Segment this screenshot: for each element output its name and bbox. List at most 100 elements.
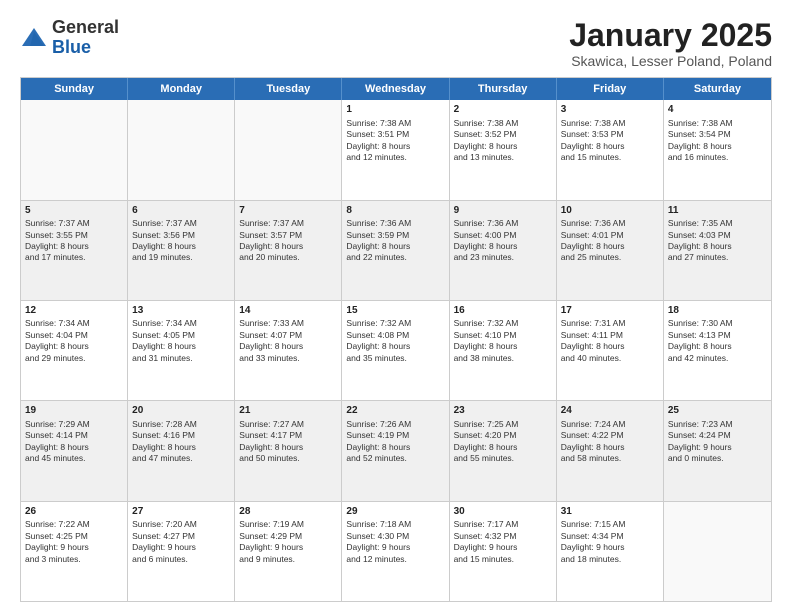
day-number: 27: [132, 505, 230, 519]
cal-cell: 21Sunrise: 7:27 AMSunset: 4:17 PMDayligh…: [235, 401, 342, 500]
cal-header-saturday: Saturday: [664, 78, 771, 100]
cal-cell: 30Sunrise: 7:17 AMSunset: 4:32 PMDayligh…: [450, 502, 557, 601]
cal-cell: 28Sunrise: 7:19 AMSunset: 4:29 PMDayligh…: [235, 502, 342, 601]
day-info-line: Sunset: 4:04 PM: [25, 330, 88, 340]
day-info-line: Sunset: 4:30 PM: [346, 531, 409, 541]
day-info-line: Daylight: 8 hours: [346, 341, 410, 351]
day-info-line: and 6 minutes.: [132, 554, 188, 564]
day-info-line: Daylight: 8 hours: [668, 341, 732, 351]
cal-cell: [128, 100, 235, 199]
day-number: 17: [561, 304, 659, 318]
day-number: 9: [454, 204, 552, 218]
cal-cell: 15Sunrise: 7:32 AMSunset: 4:08 PMDayligh…: [342, 301, 449, 400]
page: General Blue January 2025 Skawica, Lesse…: [0, 0, 792, 612]
day-info-line: Daylight: 8 hours: [454, 141, 518, 151]
cal-cell: [21, 100, 128, 199]
day-info-line: and 55 minutes.: [454, 453, 514, 463]
calendar-header-row: SundayMondayTuesdayWednesdayThursdayFrid…: [21, 78, 771, 100]
day-info-line: Sunrise: 7:31 AM: [561, 318, 626, 328]
day-info-line: Daylight: 9 hours: [346, 542, 410, 552]
day-info-line: Sunset: 3:53 PM: [561, 129, 624, 139]
day-info-line: and 18 minutes.: [561, 554, 621, 564]
day-info-line: Daylight: 8 hours: [561, 141, 625, 151]
cal-cell: 26Sunrise: 7:22 AMSunset: 4:25 PMDayligh…: [21, 502, 128, 601]
day-info-line: Sunset: 4:14 PM: [25, 430, 88, 440]
day-number: 26: [25, 505, 123, 519]
day-number: 20: [132, 404, 230, 418]
day-info-line: Sunrise: 7:22 AM: [25, 519, 90, 529]
logo-text: General Blue: [52, 18, 119, 58]
day-info-line: Sunrise: 7:32 AM: [346, 318, 411, 328]
day-info-line: Sunset: 4:01 PM: [561, 230, 624, 240]
day-info-line: and 15 minutes.: [454, 554, 514, 564]
cal-header-tuesday: Tuesday: [235, 78, 342, 100]
day-info-line: Daylight: 9 hours: [132, 542, 196, 552]
day-info-line: Sunrise: 7:30 AM: [668, 318, 733, 328]
logo-icon: [20, 24, 48, 52]
day-info-line: Sunset: 3:52 PM: [454, 129, 517, 139]
day-info-line: Daylight: 9 hours: [454, 542, 518, 552]
day-number: 18: [668, 304, 767, 318]
day-info-line: Sunset: 4:07 PM: [239, 330, 302, 340]
day-info-line: Daylight: 8 hours: [25, 341, 89, 351]
day-info-line: Daylight: 8 hours: [239, 341, 303, 351]
day-number: 1: [346, 103, 444, 117]
cal-cell: 5Sunrise: 7:37 AMSunset: 3:55 PMDaylight…: [21, 201, 128, 300]
day-info-line: Sunrise: 7:38 AM: [454, 118, 519, 128]
day-info-line: Daylight: 8 hours: [132, 341, 196, 351]
cal-week-4: 26Sunrise: 7:22 AM Sunset: 4:25 PM Dayligh…: [21, 501, 771, 601]
day-info-line: Sunrise: 7:18 AM: [346, 519, 411, 529]
day-info-line: and 25 minutes.: [561, 252, 621, 262]
day-info-line: Sunset: 4:00 PM: [454, 230, 517, 240]
day-number: 24: [561, 404, 659, 418]
day-info-line: and 40 minutes.: [561, 353, 621, 363]
day-info-line: Sunset: 3:55 PM: [25, 230, 88, 240]
calendar-title: January 2025: [569, 18, 772, 53]
day-info-line: Sunset: 4:13 PM: [668, 330, 731, 340]
cal-header-wednesday: Wednesday: [342, 78, 449, 100]
day-info-line: and 42 minutes.: [668, 353, 728, 363]
day-number: 5: [25, 204, 123, 218]
day-info-line: Daylight: 9 hours: [561, 542, 625, 552]
day-info-line: and 15 minutes.: [561, 152, 621, 162]
header: General Blue January 2025 Skawica, Lesse…: [20, 18, 772, 69]
day-info-line: Sunset: 4:25 PM: [25, 531, 88, 541]
day-info-line: and 47 minutes.: [132, 453, 192, 463]
day-info-line: and 58 minutes.: [561, 453, 621, 463]
day-info-line: and 3 minutes.: [25, 554, 81, 564]
day-number: 13: [132, 304, 230, 318]
day-info-line: Sunrise: 7:36 AM: [346, 218, 411, 228]
cal-cell: 10Sunrise: 7:36 AMSunset: 4:01 PMDayligh…: [557, 201, 664, 300]
day-info-line: Sunrise: 7:25 AM: [454, 419, 519, 429]
day-info-line: Sunrise: 7:27 AM: [239, 419, 304, 429]
day-info-line: and 45 minutes.: [25, 453, 85, 463]
day-number: 3: [561, 103, 659, 117]
day-info-line: Daylight: 8 hours: [668, 141, 732, 151]
day-info-line: Daylight: 8 hours: [346, 241, 410, 251]
cal-week-1: 5 Sunrise: 7:37 AM Sunset: 3:55 PM Daylight…: [21, 200, 771, 300]
day-info-line: Sunset: 4:16 PM: [132, 430, 195, 440]
day-info-line: and 0 minutes.: [668, 453, 724, 463]
day-info-line: Sunset: 4:32 PM: [454, 531, 517, 541]
logo-blue-text: Blue: [52, 37, 91, 57]
cal-cell: 1Sunrise: 7:38 AMSunset: 3:51 PMDaylight…: [342, 100, 449, 199]
day-info-line: Sunrise: 7:37 AM: [132, 218, 197, 228]
day-info-line: Daylight: 8 hours: [346, 141, 410, 151]
day-info-line: Daylight: 8 hours: [132, 241, 196, 251]
day-info-line: Daylight: 9 hours: [239, 542, 303, 552]
cal-cell: 13Sunrise: 7:34 AMSunset: 4:05 PMDayligh…: [128, 301, 235, 400]
day-info-line: Sunrise: 7:20 AM: [132, 519, 197, 529]
day-info-line: Daylight: 8 hours: [239, 241, 303, 251]
day-info-line: Sunset: 4:29 PM: [239, 531, 302, 541]
day-number: 12: [25, 304, 123, 318]
day-number: 22: [346, 404, 444, 418]
day-info-line: and 16 minutes.: [668, 152, 728, 162]
day-info-line: Sunrise: 7:37 AM: [239, 218, 304, 228]
cal-cell: 9Sunrise: 7:36 AMSunset: 4:00 PMDaylight…: [450, 201, 557, 300]
day-number: 2: [454, 103, 552, 117]
day-info-line: Daylight: 8 hours: [454, 241, 518, 251]
day-number: 21: [239, 404, 337, 418]
cal-header-friday: Friday: [557, 78, 664, 100]
day-info-line: Sunrise: 7:35 AM: [668, 218, 733, 228]
day-info-line: Sunrise: 7:33 AM: [239, 318, 304, 328]
